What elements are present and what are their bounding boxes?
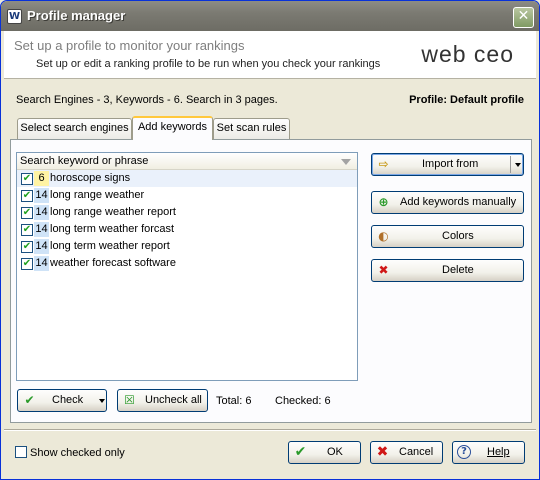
row-checkbox[interactable]: ✔ [21, 190, 33, 202]
profile-summary: Search Engines - 3, Keywords - 6. Search… [16, 94, 278, 106]
cancel-x-icon: ✖ [376, 444, 389, 460]
add-keyword-icon: ⊕ [378, 195, 389, 209]
keyword-text: long term weather report [50, 240, 170, 252]
row-checkbox[interactable]: ✔ [21, 173, 33, 185]
uncheck-all-button[interactable]: ☒ Uncheck all [117, 389, 208, 412]
colors-button[interactable]: ◐ Colors [371, 225, 524, 248]
row-checkbox[interactable]: ✔ [21, 258, 33, 270]
show-checked-only-checkbox[interactable]: Show checked only [15, 446, 125, 459]
keyword-text: weather forecast software [50, 257, 176, 269]
window-title: Profile manager [27, 8, 126, 23]
delete-label: Delete [442, 264, 474, 276]
keyword-row[interactable]: ✔ 14 long term weather forcast [17, 221, 357, 238]
keyword-row[interactable]: ✔ 6 horoscope signs [17, 170, 357, 187]
checked-count: Checked: 6 [275, 395, 331, 407]
uncheck-all-label: Uncheck all [145, 394, 202, 406]
row-checkbox[interactable]: ✔ [21, 207, 33, 219]
keyword-text: long range weather [50, 189, 145, 201]
chevron-down-icon[interactable] [99, 399, 105, 403]
close-button[interactable]: ✕ [513, 7, 534, 28]
delete-icon: ✖ [378, 263, 389, 277]
footer-divider [4, 429, 536, 431]
sort-arrow-icon [341, 159, 351, 165]
palette-icon: ◐ [378, 229, 389, 243]
tab-add-keywords[interactable]: Add keywords [132, 116, 213, 140]
tab-set-scan-rules[interactable]: Set scan rules [213, 118, 290, 139]
total-count: Total: 6 [216, 395, 252, 407]
app-icon: W [7, 9, 22, 24]
header-title: Set up a profile to monitor your ranking… [14, 38, 245, 53]
close-icon: ✕ [517, 8, 530, 24]
split-separator [510, 156, 511, 173]
ok-button[interactable]: ✔ OK [288, 441, 361, 464]
add-keywords-manually-button[interactable]: ⊕ Add keywords manually [371, 191, 524, 214]
rank-badge: 14 [34, 239, 49, 254]
rank-badge: 14 [34, 188, 49, 203]
delete-button[interactable]: ✖ Delete [371, 259, 524, 282]
check-icon: ✔ [24, 393, 35, 407]
header-panel: Set up a profile to monitor your ranking… [4, 31, 536, 79]
check-button[interactable]: ✔ Check [17, 389, 107, 412]
import-from-button[interactable]: ⇨ Import from [371, 153, 524, 176]
keyword-text: horoscope signs [50, 172, 131, 184]
import-from-label: Import from [422, 158, 479, 170]
check-label: Check [52, 394, 84, 406]
chevron-down-icon[interactable] [515, 163, 521, 167]
keyword-list[interactable]: Search keyword or phrase ✔ 6 horoscope s… [16, 152, 358, 381]
header-subtitle: Set up or edit a ranking profile to be r… [36, 58, 381, 70]
keyword-text: long range weather report [50, 206, 176, 218]
rank-badge: 14 [34, 222, 49, 237]
ok-check-icon: ✔ [294, 444, 307, 460]
help-button[interactable]: ? Help [452, 441, 525, 464]
webceo-logo: web ceo [421, 41, 514, 67]
row-checkbox[interactable]: ✔ [21, 224, 33, 236]
profile-manager-window: W Profile manager ✕ Set up a profile to … [0, 0, 540, 480]
keyword-row[interactable]: ✔ 14 long range weather report [17, 204, 357, 221]
title-bar[interactable]: W Profile manager ✕ [1, 1, 539, 31]
colors-label: Colors [442, 230, 474, 242]
keyword-row[interactable]: ✔ 14 long term weather report [17, 238, 357, 255]
show-checked-only-label: Show checked only [30, 447, 125, 459]
checkbox-box[interactable] [15, 446, 27, 458]
import-icon: ⇨ [378, 157, 389, 171]
help-icon: ? [457, 445, 471, 459]
cancel-button[interactable]: ✖ Cancel [370, 441, 443, 464]
rank-badge: 6 [34, 171, 49, 186]
uncheck-icon: ☒ [124, 393, 135, 407]
keyword-text: long term weather forcast [50, 223, 175, 235]
keyword-row[interactable]: ✔ 14 long range weather [17, 187, 357, 204]
tab-select-search-engines[interactable]: Select search engines [17, 118, 132, 139]
list-header-label: Search keyword or phrase [20, 155, 149, 167]
rank-badge: 14 [34, 256, 49, 271]
rank-badge: 14 [34, 205, 49, 220]
help-label-text: Help [487, 446, 510, 458]
row-checkbox[interactable]: ✔ [21, 241, 33, 253]
ok-label: OK [327, 446, 343, 458]
keyword-row[interactable]: ✔ 14 weather forecast software [17, 255, 357, 272]
help-label: Help [487, 442, 510, 463]
cancel-label: Cancel [399, 446, 434, 458]
profile-name: Profile: Default profile [409, 94, 524, 106]
list-column-header[interactable]: Search keyword or phrase [17, 153, 357, 170]
add-keywords-manually-label: Add keywords manually [400, 196, 517, 208]
